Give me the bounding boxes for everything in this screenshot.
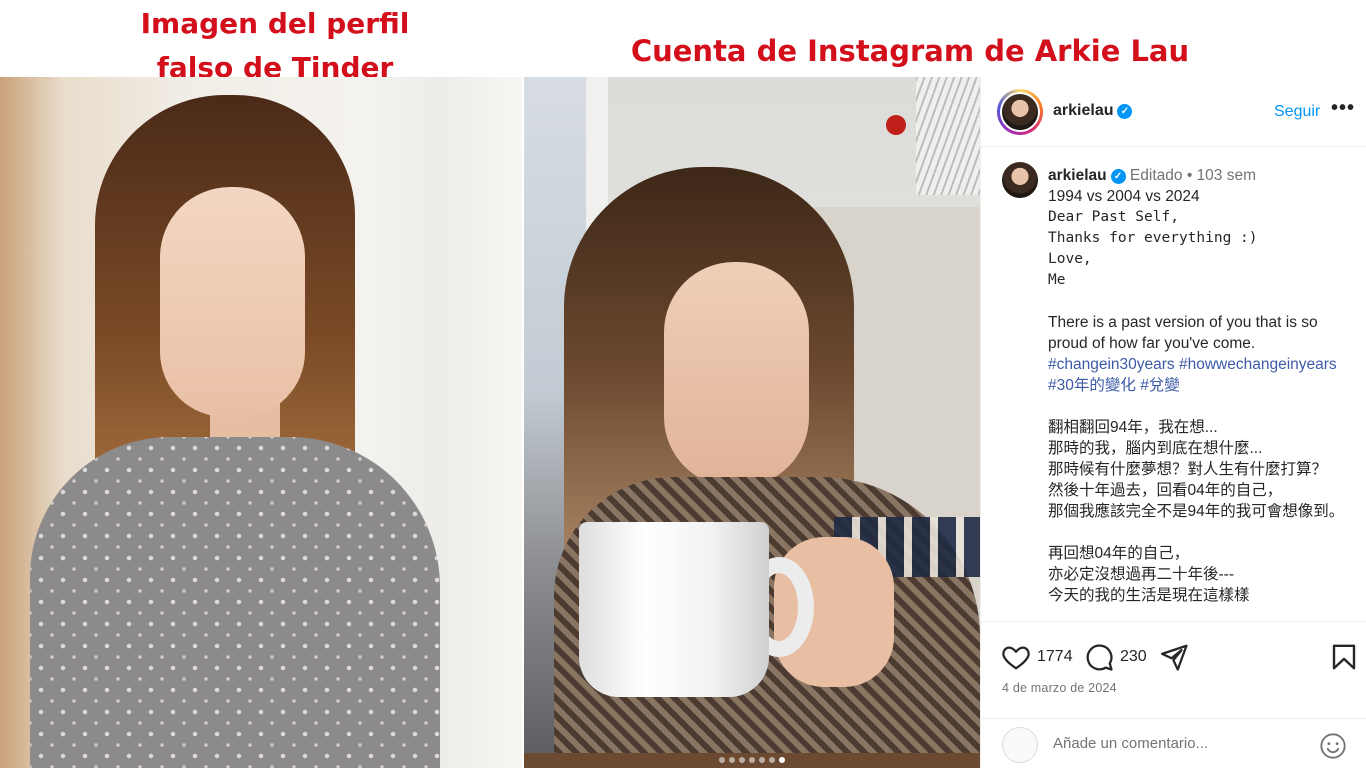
header-username[interactable]: arkielau ✓ <box>1053 102 1133 120</box>
caption-paragraph: There is a past version of you that is s… <box>1048 314 1318 352</box>
post-date[interactable]: 4 de marzo de 2024 <box>1002 681 1117 695</box>
share-action[interactable] <box>1159 642 1189 672</box>
carousel-indicator <box>524 757 980 763</box>
carousel-dot <box>749 757 755 763</box>
carousel-dot <box>729 757 735 763</box>
caption-zh-line: 那時的我，腦内到底在想什麼... <box>1048 440 1263 457</box>
caption-meta: arkielau ✓ Editado • 103 sem <box>1048 165 1360 186</box>
header-username-text[interactable]: arkielau <box>1053 102 1113 119</box>
follow-button[interactable]: Seguir <box>1274 103 1320 121</box>
carousel-dot <box>779 757 785 763</box>
hashtag-list: #changein30years #howwechangeinyears #30… <box>1048 354 1360 396</box>
post-age[interactable]: 103 sem <box>1197 167 1256 184</box>
face-shape <box>664 262 809 487</box>
viewer-avatar <box>1002 727 1038 763</box>
carousel-dot <box>739 757 745 763</box>
white-mug <box>579 522 769 697</box>
caption-zh-line: 今天的我的生活是現在這樣樣 <box>1048 587 1250 604</box>
post-header: arkielau ✓ Seguir ••• <box>981 77 1366 147</box>
verified-badge-icon: ✓ <box>1117 104 1133 119</box>
verified-badge-icon: ✓ <box>1110 169 1126 184</box>
tinder-profile-photo <box>0 77 522 768</box>
carousel-dot <box>719 757 725 763</box>
comment-input[interactable]: Añade un comentario... <box>1053 735 1208 752</box>
share-icon[interactable] <box>1159 642 1189 672</box>
save-action[interactable] <box>1329 642 1359 672</box>
caption-line: 1994 vs 2004 vs 2024 <box>1048 188 1200 205</box>
ceiling-vent <box>916 77 980 195</box>
comment-icon[interactable] <box>1084 642 1114 672</box>
caption-text: arkielau ✓ Editado • 103 sem 1994 vs 2004… <box>1048 165 1360 606</box>
instagram-caption: Cuenta de Instagram de Arkie Lau <box>630 34 1190 68</box>
caption-zh-line: 翻相翻回94年，我在想... <box>1048 419 1218 436</box>
face-shape <box>160 187 305 417</box>
caption-zh-line: 再回想04年的自己， <box>1048 545 1190 562</box>
caption-mono-line: Love, <box>1048 251 1092 267</box>
bookmark-icon[interactable] <box>1329 642 1359 672</box>
caption-avatar[interactable] <box>1002 162 1038 198</box>
caption-zh-line: 那時候有什麼夢想？對人生有什麼打算？ <box>1048 461 1328 478</box>
hashtag-link[interactable]: #30年的變化 <box>1048 377 1136 394</box>
edited-label: Editado <box>1129 167 1183 184</box>
comment-count[interactable]: 230 <box>1120 648 1147 666</box>
wall-background <box>432 77 522 768</box>
caption-mono-line: Dear Past Self, <box>1048 209 1179 225</box>
star-cardigan <box>30 437 440 768</box>
hashtag-link[interactable]: #changein30years <box>1048 356 1175 373</box>
caption-mono-line: Thanks for everything :) <box>1048 230 1258 246</box>
caption-zh-line: 亦必定沒想過再二十年後--- <box>1048 566 1234 583</box>
carousel-dot <box>769 757 775 763</box>
ceiling-alarm <box>886 115 906 135</box>
tinder-caption-line1: Imagen del perfil <box>140 7 410 40</box>
caption-zh-line: 那個我應該完全不是94年的我可會想像到。 <box>1048 503 1345 520</box>
carousel-dot <box>759 757 765 763</box>
meta-separator: • <box>1186 167 1193 184</box>
caption-mono-line: Me <box>1048 272 1066 288</box>
post-caption-area: arkielau ✓ Editado • 103 sem 1994 vs 2004… <box>981 148 1366 620</box>
like-action[interactable]: 1774 <box>1001 642 1073 672</box>
heart-icon[interactable] <box>1001 642 1031 672</box>
add-comment-row: Añade un comentario... <box>981 718 1366 768</box>
instagram-post-photo[interactable] <box>524 77 980 768</box>
post-actions: 1774 230 4 de marzo de 2024 Añade un com… <box>981 621 1366 768</box>
like-count[interactable]: 1774 <box>1037 648 1073 666</box>
instagram-post-panel: arkielau ✓ Seguir ••• arkielau ✓ Editado •… <box>980 77 1366 768</box>
comment-action[interactable]: 230 <box>1084 642 1147 672</box>
profile-avatar[interactable] <box>997 89 1043 135</box>
caption-username[interactable]: arkielau <box>1048 167 1107 184</box>
hashtag-link[interactable]: #兌變 <box>1140 377 1180 394</box>
caption-zh-line: 然後十年過去，回看04年的自己， <box>1048 482 1283 499</box>
hashtag-link[interactable]: #howwechangeinyears <box>1179 356 1337 373</box>
more-options-icon[interactable]: ••• <box>1331 97 1355 120</box>
emoji-icon[interactable] <box>1319 732 1347 760</box>
